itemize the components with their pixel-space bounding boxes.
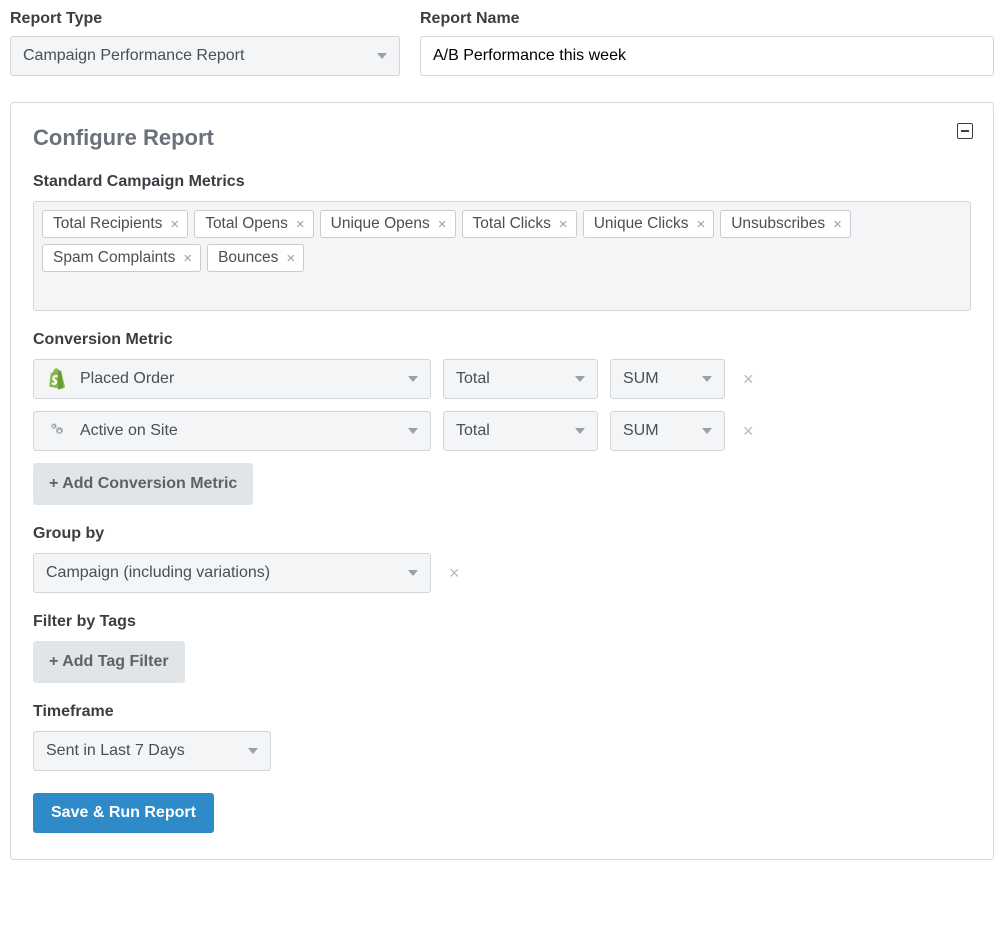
metric-chip[interactable]: Unsubscribes × <box>720 210 851 238</box>
conversion-fn-value: SUM <box>623 370 692 388</box>
chevron-down-icon <box>248 748 258 754</box>
remove-chip-icon[interactable]: × <box>170 217 179 232</box>
report-name-field: Report Name <box>420 10 994 76</box>
timeframe-label: Timeframe <box>33 703 971 721</box>
metric-chip-label: Unique Opens <box>331 215 430 233</box>
remove-chip-icon[interactable]: × <box>833 217 842 232</box>
remove-chip-icon[interactable]: × <box>438 217 447 232</box>
metric-chip-label: Total Clicks <box>473 215 551 233</box>
standard-metrics-chips[interactable]: Total Recipients×Total Opens×Unique Open… <box>33 201 971 311</box>
report-type-value: Campaign Performance Report <box>23 47 367 65</box>
shopify-icon <box>46 367 70 391</box>
conversion-metric-label: Conversion Metric <box>33 331 971 349</box>
collapse-icon[interactable] <box>957 123 973 139</box>
conversion-agg-value: Total <box>456 370 565 388</box>
chevron-down-icon <box>702 376 712 382</box>
panel-title: Configure Report <box>33 125 971 151</box>
remove-chip-icon[interactable]: × <box>296 217 305 232</box>
conversion-agg-value: Total <box>456 422 565 440</box>
metric-chip-label: Total Recipients <box>53 215 162 233</box>
remove-chip-icon[interactable]: × <box>286 251 295 266</box>
gears-icon <box>46 419 70 443</box>
report-name-input[interactable] <box>420 36 994 76</box>
add-tag-filter-button[interactable]: + Add Tag Filter <box>33 641 185 683</box>
metric-chip-label: Bounces <box>218 249 278 267</box>
timeframe-select[interactable]: Sent in Last 7 Days <box>33 731 271 771</box>
metric-chip[interactable]: Total Opens × <box>194 210 313 238</box>
save-run-report-button[interactable]: Save & Run Report <box>33 793 214 833</box>
chevron-down-icon <box>408 428 418 434</box>
conversion-fn-select[interactable]: SUM <box>610 359 725 399</box>
conversion-metric-select[interactable]: Active on Site <box>33 411 431 451</box>
chevron-down-icon <box>575 428 585 434</box>
conversion-agg-select[interactable]: Total <box>443 411 598 451</box>
chevron-down-icon <box>408 376 418 382</box>
add-conversion-metric-button[interactable]: + Add Conversion Metric <box>33 463 253 505</box>
conversion-metric-value: Active on Site <box>80 422 398 440</box>
remove-conversion-row-icon[interactable]: × <box>737 370 760 388</box>
conversion-agg-select[interactable]: Total <box>443 359 598 399</box>
metric-chip[interactable]: Spam Complaints × <box>42 244 201 272</box>
conversion-metric-value: Placed Order <box>80 370 398 388</box>
group-by-value: Campaign (including variations) <box>46 564 398 582</box>
metric-chip[interactable]: Total Recipients × <box>42 210 188 238</box>
configure-report-panel: Configure Report Standard Campaign Metri… <box>10 102 994 860</box>
metric-chip-label: Unsubscribes <box>731 215 825 233</box>
conversion-fn-select[interactable]: SUM <box>610 411 725 451</box>
chevron-down-icon <box>702 428 712 434</box>
metric-chip[interactable]: Bounces × <box>207 244 304 272</box>
metric-chip-label: Unique Clicks <box>594 215 689 233</box>
metric-chip-label: Total Opens <box>205 215 288 233</box>
conversion-metric-row: Placed Order Total SUM × <box>33 359 971 399</box>
chevron-down-icon <box>575 376 585 382</box>
remove-chip-icon[interactable]: × <box>559 217 568 232</box>
group-by-label: Group by <box>33 525 971 543</box>
report-type-label: Report Type <box>10 10 400 28</box>
filter-by-tags-label: Filter by Tags <box>33 613 971 631</box>
metric-chip[interactable]: Total Clicks × <box>462 210 577 238</box>
report-name-label: Report Name <box>420 10 994 28</box>
remove-conversion-row-icon[interactable]: × <box>737 422 760 440</box>
conversion-metric-row: Active on Site Total SUM × <box>33 411 971 451</box>
report-type-select[interactable]: Campaign Performance Report <box>10 36 400 76</box>
conversion-metric-select[interactable]: Placed Order <box>33 359 431 399</box>
chevron-down-icon <box>408 570 418 576</box>
conversion-fn-value: SUM <box>623 422 692 440</box>
timeframe-value: Sent in Last 7 Days <box>46 742 238 760</box>
metric-chip[interactable]: Unique Opens × <box>320 210 456 238</box>
metric-chip-label: Spam Complaints <box>53 249 175 267</box>
remove-group-by-icon[interactable]: × <box>443 564 466 582</box>
metric-chip[interactable]: Unique Clicks × <box>583 210 715 238</box>
group-by-select[interactable]: Campaign (including variations) <box>33 553 431 593</box>
remove-chip-icon[interactable]: × <box>183 251 192 266</box>
chevron-down-icon <box>377 53 387 59</box>
report-type-field: Report Type Campaign Performance Report <box>10 10 400 76</box>
standard-metrics-label: Standard Campaign Metrics <box>33 173 971 191</box>
remove-chip-icon[interactable]: × <box>696 217 705 232</box>
